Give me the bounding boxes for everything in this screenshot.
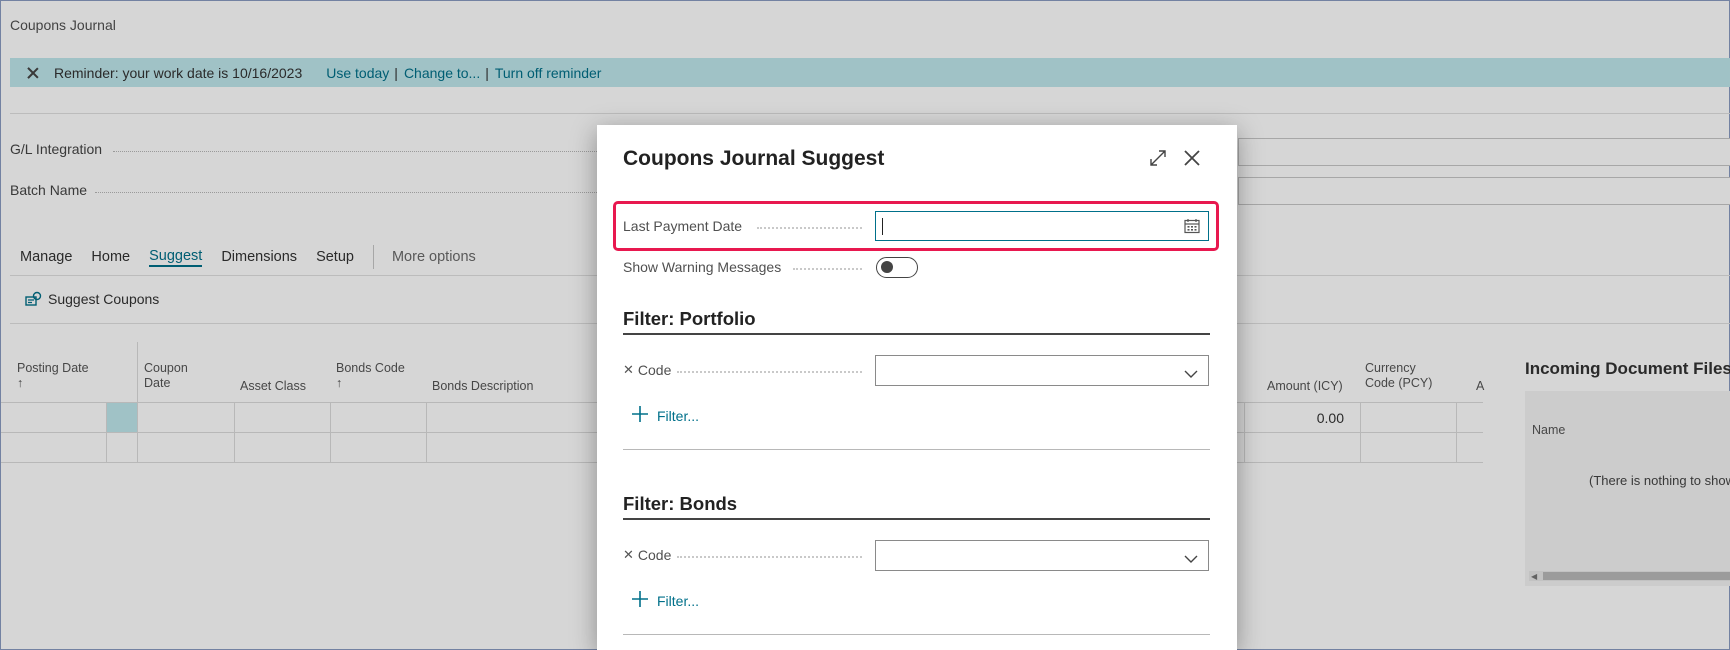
expand-icon[interactable] — [1149, 149, 1167, 172]
field-leader-dots — [757, 227, 862, 229]
close-icon[interactable] — [1183, 149, 1201, 172]
plus-icon — [631, 405, 649, 426]
bonds-add-filter-link[interactable]: Filter... — [631, 590, 699, 611]
plus-icon — [631, 590, 649, 611]
chevron-down-icon — [1184, 366, 1198, 384]
last-payment-date-input[interactable] — [875, 211, 1209, 241]
toggle-knob — [881, 261, 893, 273]
remove-filter-icon[interactable]: ✕ — [623, 547, 634, 563]
coupons-journal-suggest-dialog: Coupons Journal Suggest Last Payment Dat… — [597, 125, 1237, 650]
field-leader-dots — [677, 371, 862, 373]
section-rule — [623, 333, 1210, 335]
code-label-text: Code — [637, 362, 672, 378]
show-warning-messages-label: Show Warning Messages — [623, 259, 782, 275]
field-leader-dots — [793, 268, 862, 270]
show-warning-messages-toggle[interactable] — [876, 257, 918, 278]
section-divider — [623, 634, 1210, 635]
bonds-code-select[interactable] — [875, 540, 1209, 571]
bonds-code-label: ✕ Code — [623, 547, 671, 563]
filter-portfolio-heading: Filter: Portfolio — [623, 308, 756, 329]
filter-link-label: Filter... — [657, 407, 700, 424]
last-payment-date-label: Last Payment Date — [623, 218, 743, 234]
field-leader-dots — [677, 556, 862, 558]
remove-filter-icon[interactable]: ✕ — [623, 362, 634, 378]
code-label-text: Code — [637, 547, 672, 563]
portfolio-code-label: ✕ Code — [623, 362, 671, 378]
portfolio-add-filter-link[interactable]: Filter... — [631, 405, 699, 426]
filter-link-label: Filter... — [657, 592, 700, 609]
chevron-down-icon — [1184, 551, 1198, 569]
text-caret — [882, 218, 883, 235]
section-rule — [623, 518, 1210, 520]
filter-bonds-heading: Filter: Bonds — [623, 493, 738, 514]
section-divider — [623, 449, 1210, 450]
calendar-icon[interactable] — [1184, 218, 1200, 239]
portfolio-code-select[interactable] — [875, 355, 1209, 386]
dialog-title: Coupons Journal Suggest — [623, 147, 885, 170]
